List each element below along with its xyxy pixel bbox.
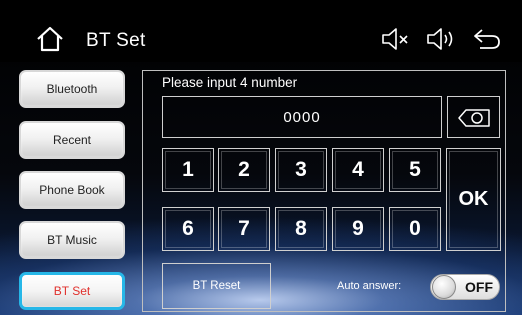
toggle-knob	[432, 275, 456, 299]
bt-reset-button[interactable]: BT Reset	[162, 263, 271, 309]
key-3[interactable]: 3	[275, 148, 327, 192]
toggle-state-label: OFF	[465, 279, 493, 295]
volume-icon[interactable]	[425, 27, 457, 51]
backspace-icon	[458, 109, 490, 127]
key-6[interactable]: 6	[162, 207, 214, 251]
key-5[interactable]: 5	[389, 148, 441, 192]
bt-settings-screen: BT Set Bluetooth Recent Phone Book BT Mu…	[0, 0, 522, 315]
pin-input[interactable]: 0000	[162, 96, 442, 138]
mute-icon[interactable]	[380, 27, 410, 51]
sidebar-item-phone-book[interactable]: Phone Book	[19, 171, 125, 209]
backspace-button[interactable]	[447, 96, 500, 138]
home-icon[interactable]	[36, 26, 64, 52]
key-1[interactable]: 1	[162, 148, 214, 192]
ok-button[interactable]: OK	[446, 148, 501, 251]
key-2[interactable]: 2	[218, 148, 270, 192]
auto-answer-label: Auto answer:	[337, 280, 402, 292]
key-8[interactable]: 8	[275, 207, 327, 251]
sidebar-item-bt-music[interactable]: BT Music	[19, 221, 125, 259]
key-9[interactable]: 9	[332, 207, 384, 251]
key-7[interactable]: 7	[218, 207, 270, 251]
page-title: BT Set	[86, 30, 146, 51]
auto-answer-toggle[interactable]: OFF	[430, 274, 500, 300]
sidebar-item-recent[interactable]: Recent	[19, 121, 125, 159]
sidebar-item-bluetooth[interactable]: Bluetooth	[19, 70, 125, 108]
key-0[interactable]: 0	[389, 207, 441, 251]
sidebar-item-bt-set[interactable]: BT Set	[19, 272, 125, 310]
pin-prompt: Please input 4 number	[162, 75, 298, 90]
key-4[interactable]: 4	[332, 148, 384, 192]
back-icon[interactable]	[472, 27, 502, 51]
